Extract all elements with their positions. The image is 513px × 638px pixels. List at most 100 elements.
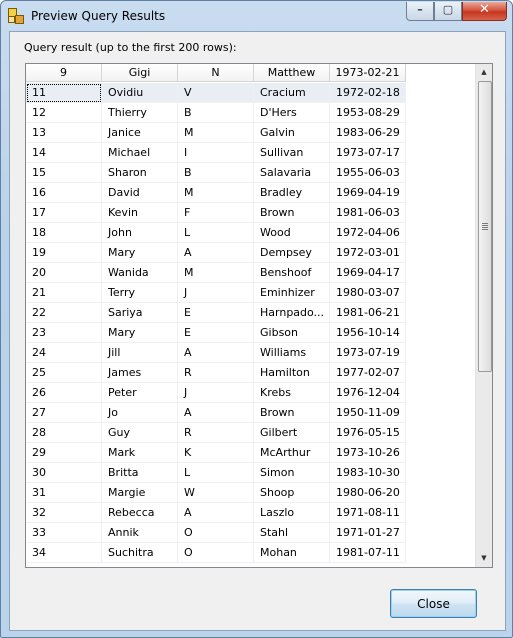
table-cell[interactable]: Stahl: [254, 523, 330, 543]
table-cell[interactable]: W: [178, 483, 254, 503]
table-cell[interactable]: A: [178, 403, 254, 423]
table-cell[interactable]: A: [178, 243, 254, 263]
table-cell[interactable]: 1971-01-27: [330, 523, 406, 543]
table-row[interactable]: 13 Janice M Galvin 1983-06-29: [26, 123, 406, 143]
table-cell[interactable]: Gibson: [254, 323, 330, 343]
table-cell[interactable]: B: [178, 163, 254, 183]
table-cell[interactable]: 27: [26, 403, 102, 423]
table-row[interactable]: 18 John L Wood 1972-04-06: [26, 223, 406, 243]
table-cell[interactable]: 1981-07-11: [330, 543, 406, 563]
table-cell[interactable]: 1972-03-01: [330, 243, 406, 263]
table-cell[interactable]: Salavaria: [254, 163, 330, 183]
column-header[interactable]: N: [178, 64, 254, 82]
table-row[interactable]: 30 Britta L Simon 1983-10-30: [26, 463, 406, 483]
table-cell[interactable]: Janice: [102, 123, 178, 143]
table-cell[interactable]: McArthur: [254, 443, 330, 463]
table-cell[interactable]: Britta: [102, 463, 178, 483]
table-cell[interactable]: Margie: [102, 483, 178, 503]
table-row[interactable]: 20 Wanida M Benshoof 1969-04-17: [26, 263, 406, 283]
table-cell[interactable]: Mary: [102, 243, 178, 263]
table-cell[interactable]: 1969-04-17: [330, 263, 406, 283]
table-row[interactable]: 34 Suchitra O Mohan 1981-07-11: [26, 543, 406, 563]
vertical-scrollbar[interactable]: ▲ ▼: [475, 64, 492, 567]
table-row[interactable]: 26 Peter J Krebs 1976-12-04: [26, 383, 406, 403]
table-cell[interactable]: L: [178, 223, 254, 243]
table-row[interactable]: 24 Jill A Williams 1973-07-19: [26, 343, 406, 363]
table-cell[interactable]: V: [178, 83, 254, 103]
table-cell[interactable]: 28: [26, 423, 102, 443]
table-cell[interactable]: 16: [26, 183, 102, 203]
scroll-down-arrow-icon[interactable]: ▼: [476, 550, 492, 567]
table-cell[interactable]: John: [102, 223, 178, 243]
table-cell[interactable]: 26: [26, 383, 102, 403]
table-cell[interactable]: Annik: [102, 523, 178, 543]
table-cell[interactable]: 1976-05-15: [330, 423, 406, 443]
table-cell[interactable]: 1983-06-29: [330, 123, 406, 143]
table-cell[interactable]: Sullivan: [254, 143, 330, 163]
table-cell[interactable]: 25: [26, 363, 102, 383]
table-cell[interactable]: 1969-04-19: [330, 183, 406, 203]
table-cell[interactable]: 21: [26, 283, 102, 303]
table-cell[interactable]: Wanida: [102, 263, 178, 283]
table-cell[interactable]: 1983-10-30: [330, 463, 406, 483]
scroll-up-arrow-icon[interactable]: ▲: [476, 64, 492, 81]
table-cell[interactable]: B: [178, 103, 254, 123]
table-cell[interactable]: 1977-02-07: [330, 363, 406, 383]
results-grid[interactable]: 9 Gigi N Matthew 1973-02-21 11 Ovidiu V Cracium…: [25, 63, 493, 568]
table-cell[interactable]: F: [178, 203, 254, 223]
table-cell[interactable]: Sharon: [102, 163, 178, 183]
table-cell[interactable]: 1980-03-07: [330, 283, 406, 303]
table-cell[interactable]: Brown: [254, 403, 330, 423]
table-cell[interactable]: Cracium: [254, 83, 330, 103]
table-cell[interactable]: Jill: [102, 343, 178, 363]
table-cell[interactable]: Terry: [102, 283, 178, 303]
close-button[interactable]: Close: [390, 589, 477, 618]
table-cell[interactable]: Mark: [102, 443, 178, 463]
table-cell[interactable]: 1973-10-26: [330, 443, 406, 463]
table-cell[interactable]: Thierry: [102, 103, 178, 123]
table-cell[interactable]: Eminhizer: [254, 283, 330, 303]
close-window-button[interactable]: ✕: [462, 2, 507, 21]
table-cell[interactable]: Michael: [102, 143, 178, 163]
table-cell[interactable]: 1972-04-06: [330, 223, 406, 243]
table-cell[interactable]: L: [178, 463, 254, 483]
table-cell[interactable]: Jo: [102, 403, 178, 423]
table-cell[interactable]: Wood: [254, 223, 330, 243]
table-cell[interactable]: 1972-02-18: [330, 83, 406, 103]
table-cell[interactable]: 15: [26, 163, 102, 183]
table-row[interactable]: 31 Margie W Shoop 1980-06-20: [26, 483, 406, 503]
column-header[interactable]: 9: [26, 64, 102, 82]
table-row[interactable]: 28 Guy R Gilbert 1976-05-15: [26, 423, 406, 443]
table-row[interactable]: 19 Mary A Dempsey 1972-03-01: [26, 243, 406, 263]
table-cell[interactable]: I: [178, 143, 254, 163]
table-cell[interactable]: O: [178, 543, 254, 563]
table-cell[interactable]: J: [178, 283, 254, 303]
table-cell[interactable]: 24: [26, 343, 102, 363]
table-row[interactable]: 21 Terry J Eminhizer 1980-03-07: [26, 283, 406, 303]
table-cell[interactable]: E: [178, 303, 254, 323]
table-cell[interactable]: M: [178, 263, 254, 283]
table-cell[interactable]: M: [178, 183, 254, 203]
table-cell[interactable]: 1971-08-11: [330, 503, 406, 523]
table-cell[interactable]: 1981-06-21: [330, 303, 406, 323]
table-cell[interactable]: Benshoof: [254, 263, 330, 283]
table-row[interactable]: 11 Ovidiu V Cracium 1972-02-18: [26, 83, 406, 103]
table-cell[interactable]: 1973-07-19: [330, 343, 406, 363]
table-cell[interactable]: 18: [26, 223, 102, 243]
table-row[interactable]: 27 Jo A Brown 1950-11-09: [26, 403, 406, 423]
table-cell[interactable]: Bradley: [254, 183, 330, 203]
table-cell[interactable]: E: [178, 323, 254, 343]
table-row[interactable]: 25 James R Hamilton 1977-02-07: [26, 363, 406, 383]
table-cell[interactable]: Sariya: [102, 303, 178, 323]
table-row[interactable]: 22 Sariya E Harnpado... 1981-06-21: [26, 303, 406, 323]
table-row[interactable]: 16 David M Bradley 1969-04-19: [26, 183, 406, 203]
table-cell[interactable]: 23: [26, 323, 102, 343]
table-cell[interactable]: Rebecca: [102, 503, 178, 523]
table-cell[interactable]: Ovidiu: [102, 83, 178, 103]
table-cell[interactable]: R: [178, 423, 254, 443]
table-cell[interactable]: 30: [26, 463, 102, 483]
table-cell[interactable]: M: [178, 123, 254, 143]
column-header[interactable]: 1973-02-21: [330, 64, 406, 82]
table-cell[interactable]: Krebs: [254, 383, 330, 403]
table-cell[interactable]: 1973-07-17: [330, 143, 406, 163]
